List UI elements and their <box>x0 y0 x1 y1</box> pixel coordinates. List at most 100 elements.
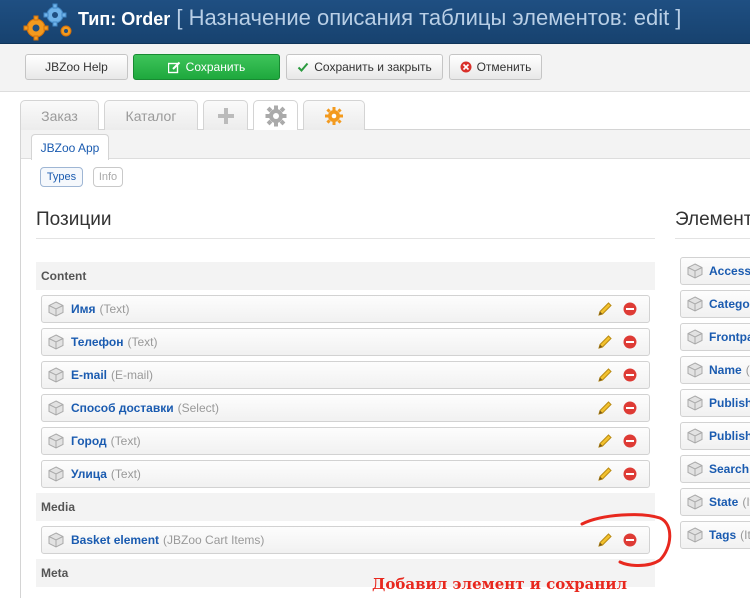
element-item[interactable]: Publish <box>680 389 750 417</box>
group-content: Content <box>36 262 655 290</box>
tab-catalog-label: Каталог <box>125 107 177 124</box>
save-and-close-label: Сохранить и закрыть <box>314 60 432 74</box>
element-item[interactable]: Catego <box>680 290 750 318</box>
orange-gear-icon <box>325 106 343 125</box>
element-item[interactable]: Name ( <box>680 356 750 384</box>
edit-icon <box>167 61 180 73</box>
pencil-icon[interactable] <box>597 466 613 482</box>
row-name: Город <box>71 434 107 448</box>
cube-icon <box>687 362 703 378</box>
element-item[interactable]: Search <box>680 455 750 483</box>
element-name: State <box>709 495 739 509</box>
tab-jbzoo[interactable] <box>303 100 365 130</box>
row-type: (Select) <box>177 401 219 415</box>
cancel-button[interactable]: Отменить <box>449 54 542 80</box>
remove-icon[interactable] <box>623 368 637 382</box>
row-actions <box>597 334 637 350</box>
annotation-text: Добавил элемент и сохранил <box>372 575 628 593</box>
types-filter-label: Types <box>46 171 77 183</box>
pencil-icon[interactable] <box>597 334 613 350</box>
position-row-basket[interactable]: Basket element (JBZoo Cart Items) <box>41 526 650 554</box>
remove-icon[interactable] <box>623 401 637 415</box>
position-row[interactable]: Имя (Text) <box>41 295 650 323</box>
element-item[interactable]: Access <box>680 257 750 285</box>
row-type: (Text) <box>110 434 141 448</box>
row-name: E-mail <box>71 368 108 382</box>
row-name: Имя <box>71 302 96 316</box>
page-title: Тип: Order [ Назначение описания таблицы… <box>78 5 681 32</box>
element-name: Search <box>709 462 750 476</box>
element-name: Catego <box>709 297 750 311</box>
cancel-icon <box>460 61 472 73</box>
plus-icon <box>217 107 234 124</box>
element-type: ( <box>745 363 750 377</box>
row-actions <box>597 433 637 449</box>
pencil-icon[interactable] <box>597 433 613 449</box>
cube-icon <box>48 466 64 482</box>
tab-order[interactable]: Заказ <box>20 100 99 130</box>
row-actions <box>597 400 637 416</box>
info-filter-label: Info <box>98 171 118 183</box>
header-bar: Тип: Order [ Назначение описания таблицы… <box>0 0 750 44</box>
annotation-scribble-icon <box>580 513 672 567</box>
subtab-bar <box>21 130 750 159</box>
cube-icon <box>687 461 703 477</box>
pencil-icon[interactable] <box>597 367 613 383</box>
element-item[interactable]: State (It <box>680 488 750 516</box>
types-filter[interactable]: Types <box>40 167 83 187</box>
remove-icon[interactable] <box>623 434 637 448</box>
pencil-icon[interactable] <box>597 301 613 317</box>
element-name: Publish <box>709 396 750 410</box>
save-button-label: Сохранить <box>185 60 246 74</box>
position-row[interactable]: E-mail (E-mail) <box>41 361 650 389</box>
save-and-close-button[interactable]: Сохранить и закрыть <box>286 54 443 80</box>
element-name: Name <box>709 363 742 377</box>
element-type: (It <box>742 495 750 509</box>
cube-icon <box>48 301 64 317</box>
element-item[interactable]: Frontpa <box>680 323 750 351</box>
row-type: (Text) <box>127 335 158 349</box>
position-row[interactable]: Улица (Text) <box>41 460 650 488</box>
type-title: Тип: Order <box>78 9 171 29</box>
row-actions <box>597 466 637 482</box>
element-name: Publish <box>709 429 750 443</box>
app-window: Тип: Order [ Назначение описания таблицы… <box>0 0 750 598</box>
subtab-label: JBZoo App <box>40 140 100 155</box>
remove-icon[interactable] <box>623 335 637 349</box>
tab-catalog[interactable]: Каталог <box>104 100 198 130</box>
toolbar: JBZoo Help Сохранить Сохранить и закрыть… <box>0 44 750 92</box>
tab-add[interactable] <box>203 100 248 130</box>
help-button-label: JBZoo Help <box>45 60 108 74</box>
remove-icon[interactable] <box>623 302 637 316</box>
group-media: Media <box>36 493 655 521</box>
row-actions <box>597 301 637 317</box>
cube-icon <box>687 527 703 543</box>
element-name: Access <box>709 264 750 278</box>
row-type: (E-mail) <box>111 368 154 382</box>
position-row[interactable]: Способ доставки (Select) <box>41 394 650 422</box>
element-type: (It <box>740 528 750 542</box>
row-type: (Text) <box>110 467 141 481</box>
element-name: Frontpa <box>709 330 750 344</box>
jbzoo-help-button[interactable]: JBZoo Help <box>25 54 128 80</box>
save-button[interactable]: Сохранить <box>133 54 280 80</box>
positions-heading: Позиции <box>36 209 112 230</box>
cube-icon <box>48 532 64 548</box>
subtab-jbzoo-app[interactable]: JBZoo App <box>31 134 109 160</box>
cancel-button-label: Отменить <box>476 60 532 74</box>
elements-divider <box>675 238 750 239</box>
info-filter[interactable]: Info <box>93 167 123 187</box>
page-subtitle: [ Назначение описания таблицы элементов:… <box>176 5 682 30</box>
position-row[interactable]: Город (Text) <box>41 427 650 455</box>
gears-logo-icon <box>23 3 72 41</box>
element-item[interactable]: Tags (It <box>680 521 750 549</box>
gear-icon <box>265 105 286 126</box>
check-icon <box>298 62 309 72</box>
cube-icon <box>687 329 703 345</box>
pencil-icon[interactable] <box>597 400 613 416</box>
position-row[interactable]: Телефон (Text) <box>41 328 650 356</box>
remove-icon[interactable] <box>623 467 637 481</box>
group-media-label: Media <box>41 500 76 514</box>
tab-settings[interactable] <box>253 100 298 130</box>
element-item[interactable]: Publish <box>680 422 750 450</box>
